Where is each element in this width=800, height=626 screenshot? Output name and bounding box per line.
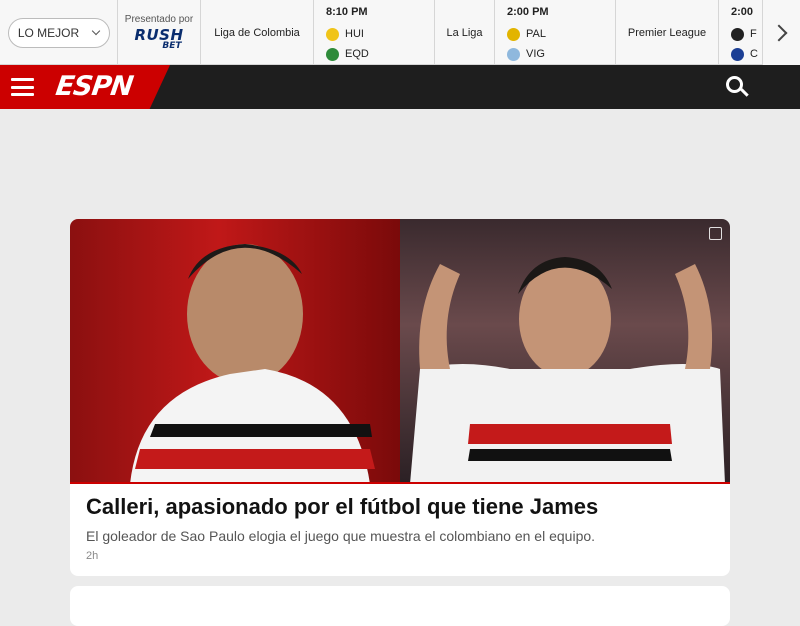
filter-container: LO MEJOR	[0, 0, 118, 65]
team-crest-icon	[731, 27, 744, 41]
story-image-right	[400, 219, 730, 484]
league-premier-league[interactable]: Premier League	[616, 0, 719, 65]
espn-header: ESPN	[0, 65, 800, 109]
team-crest-icon	[507, 27, 520, 41]
story-image[interactable]	[70, 219, 730, 484]
image-accent-line	[70, 482, 730, 484]
story-timestamp: 2h	[86, 550, 99, 562]
team-crest-icon	[507, 47, 520, 61]
team-row: HUI	[326, 24, 434, 44]
league-la-liga[interactable]: La Liga	[435, 0, 495, 65]
story-image-left	[70, 219, 400, 484]
story-headline[interactable]: Calleri, apasionado por el fútbol que ti…	[86, 494, 598, 520]
chevron-right-icon	[770, 24, 787, 41]
team-crest-icon	[731, 47, 744, 61]
team-crest-icon	[326, 27, 339, 41]
team-row: VIG	[507, 44, 615, 64]
next-story-card[interactable]	[70, 586, 730, 626]
rushbet-logo: RUSH BET	[134, 26, 184, 52]
espn-logo[interactable]: ESPN	[54, 71, 135, 102]
team-crest-icon	[326, 47, 339, 61]
filter-dropdown[interactable]: LO MEJOR	[7, 17, 110, 48]
match-time: 2:00 PM	[507, 6, 549, 18]
sponsor-label: Presentado por	[124, 14, 194, 25]
chevron-down-icon	[91, 26, 101, 36]
story-summary: El goleador de Sao Paulo elogia el juego…	[86, 528, 596, 544]
story-card[interactable]: Calleri, apasionado por el fútbol que ti…	[70, 219, 730, 576]
match-hui-eqd[interactable]: 8:10 PM HUI EQD	[314, 0, 435, 65]
scoreboard-next-button[interactable]	[762, 0, 800, 65]
scoreboard-bar: LO MEJOR Presentado por RUSH BET Liga de…	[0, 0, 800, 65]
filter-label: LO MEJOR	[17, 25, 80, 40]
match-pal-vig[interactable]: 2:00 PM PAL VIG	[495, 0, 616, 65]
match-time: 8:10 PM	[326, 6, 368, 18]
expand-image-icon[interactable]	[709, 227, 722, 240]
search-icon[interactable]	[726, 76, 749, 98]
league-liga-colombia[interactable]: Liga de Colombia	[201, 0, 314, 65]
team-row: EQD	[326, 44, 434, 64]
team-row: PAL	[507, 24, 615, 44]
menu-icon[interactable]	[11, 78, 34, 96]
sponsor-block[interactable]: Presentado por RUSH BET	[118, 0, 201, 65]
